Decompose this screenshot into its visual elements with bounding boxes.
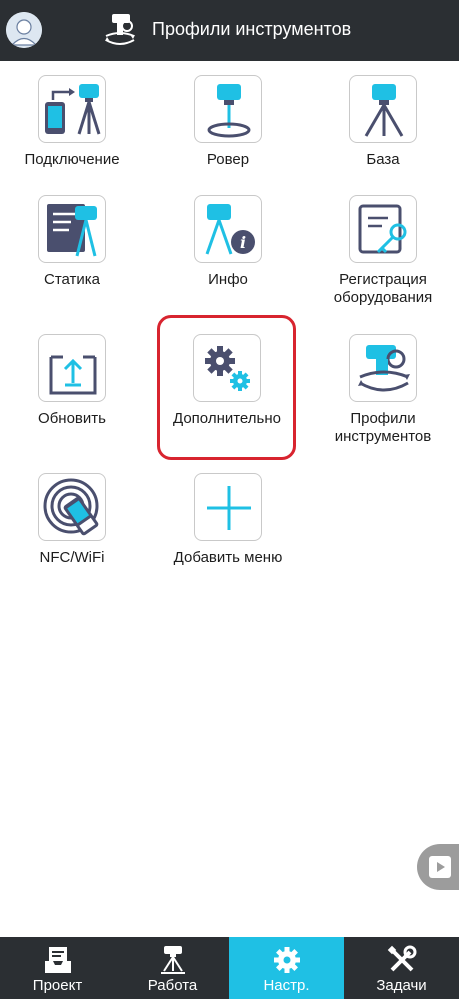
tile-label: Инфо — [208, 271, 248, 288]
nav-label: Работа — [147, 977, 198, 994]
nav-tasks[interactable]: Задачи — [344, 937, 459, 999]
base-icon — [349, 75, 417, 143]
tile-label: Профили инструментов — [334, 410, 432, 445]
nav-label: Проект — [32, 977, 83, 994]
add-menu-icon — [194, 473, 262, 541]
top-bar: Профили инструментов — [0, 0, 459, 61]
tile-info[interactable]: i Инфо — [173, 195, 283, 289]
nav-project[interactable]: Проект — [0, 937, 115, 999]
nfc-wifi-icon — [38, 473, 106, 541]
tile-label: Подключение — [24, 151, 120, 168]
tile-label: База — [366, 151, 400, 168]
registration-key-icon — [349, 195, 417, 263]
tile-label: Добавить меню — [173, 549, 283, 566]
tile-registration[interactable]: Регистрация оборудования — [328, 195, 438, 307]
tile-rover[interactable]: Ровер — [173, 75, 283, 169]
tile-base[interactable]: База — [328, 75, 438, 169]
play-icon — [429, 856, 451, 878]
floating-play-button[interactable] — [417, 844, 459, 890]
update-icon — [38, 334, 106, 402]
instrument-profiles-icon — [349, 334, 417, 402]
tile-nfc-wifi[interactable]: NFC/WiFi — [17, 473, 127, 567]
tools-icon — [387, 945, 416, 972]
nav-settings[interactable]: Настр. — [229, 937, 344, 999]
tile-static[interactable]: Статика — [17, 195, 127, 289]
static-icon — [38, 195, 106, 263]
rover-icon — [194, 75, 262, 143]
info-icon: i — [194, 195, 262, 263]
instrument-profiles-icon — [100, 10, 140, 50]
survey-work-icon — [160, 946, 185, 974]
connection-icon — [38, 75, 106, 143]
highlight-frame — [157, 315, 296, 460]
tile-label: NFC/WiFi — [39, 549, 105, 566]
tile-label: Статика — [43, 271, 101, 288]
nav-work[interactable]: Работа — [115, 937, 230, 999]
tile-label: Обновить — [38, 410, 106, 427]
nav-label: Задачи — [376, 977, 427, 994]
tile-update[interactable]: Обновить — [17, 334, 127, 428]
tile-label: Ровер — [206, 151, 250, 168]
user-avatar-icon[interactable] — [6, 12, 42, 48]
settings-gear-icon — [273, 947, 300, 973]
tile-connection[interactable]: Подключение — [17, 75, 127, 169]
project-icon — [44, 947, 71, 973]
nav-label: Настр. — [263, 977, 310, 994]
svg-text:i: i — [240, 233, 246, 252]
tile-label: Регистрация оборудования — [333, 271, 433, 306]
tile-add-menu[interactable]: Добавить меню — [173, 473, 283, 567]
bottom-navigation: Проект Работа Настр. Задачи — [0, 937, 459, 999]
tile-instrument-profiles[interactable]: Профили инструментов — [328, 334, 438, 446]
page-title: Профили инструментов — [152, 19, 352, 39]
